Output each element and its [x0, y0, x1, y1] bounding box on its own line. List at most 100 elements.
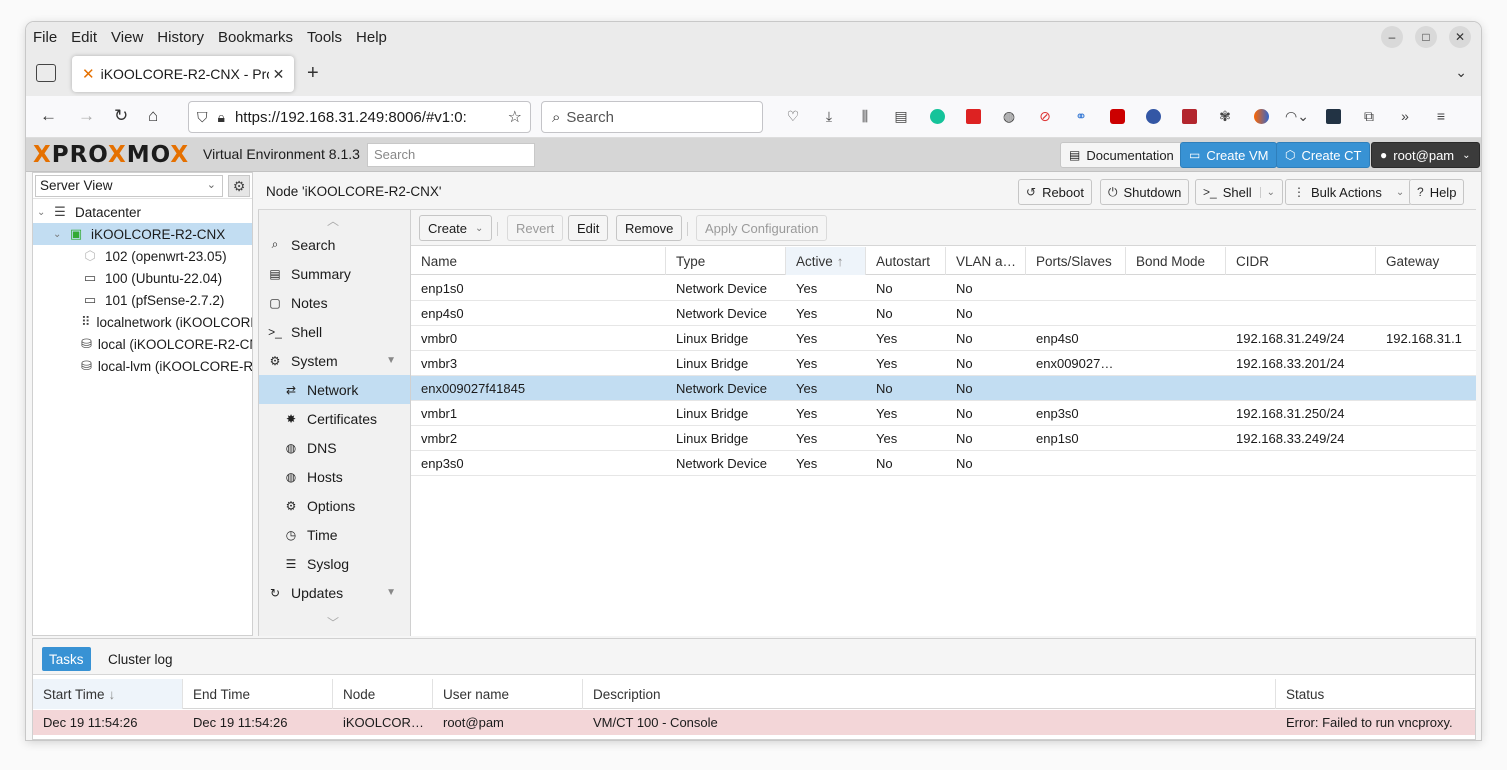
create-button[interactable]: Create ⌄	[419, 215, 493, 241]
url-text[interactable]: https://192.168.31.249:8006/#v1:0:	[235, 109, 483, 126]
col-autostart[interactable]: Autostart	[866, 247, 946, 275]
block-icon[interactable]: ⊘	[1033, 106, 1057, 126]
gauge-icon[interactable]: ◠⌄	[1285, 106, 1309, 126]
col-bond[interactable]: Bond Mode	[1126, 247, 1226, 275]
link-icon[interactable]: ⚭	[1069, 106, 1093, 126]
menu-hosts[interactable]: ◍ Hosts	[259, 462, 410, 491]
back-icon[interactable]: ←	[40, 106, 57, 126]
reboot-button[interactable]: ↺ Reboot	[1018, 179, 1092, 205]
tree-item-datacenter[interactable]: ⌄ ☰ Datacenter	[33, 201, 252, 223]
tree-item-local[interactable]: ⛁ local (iKOOLCORE-R2-CNX)	[33, 333, 252, 355]
pve-search-input[interactable]: Search	[367, 143, 535, 167]
col-node[interactable]: Node	[333, 679, 433, 709]
table-row[interactable]: enp4s0 Network Device Yes No No	[411, 301, 1476, 326]
extensions-icon[interactable]: ⧉	[1357, 106, 1381, 126]
help-button[interactable]: ? Help	[1409, 179, 1465, 205]
remove-button[interactable]: Remove	[616, 215, 683, 241]
col-type[interactable]: Type	[666, 247, 786, 275]
color-icon[interactable]	[1249, 106, 1273, 126]
edit-button[interactable]: Edit	[568, 215, 609, 241]
scroll-up-icon[interactable]: ︿	[327, 212, 339, 229]
expand-icon[interactable]: ⌄	[37, 207, 49, 218]
menu-summary[interactable]: ▤ Summary	[259, 259, 410, 288]
table-row[interactable]: vmbr2 Linux Bridge Yes Yes No enp1s0 192.168.3…	[411, 426, 1476, 451]
tree-item-localnetwork[interactable]: ⠿ localnetwork (iKOOLCORE-R2-CNX)	[33, 311, 252, 333]
col-vlan[interactable]: VLAN a…	[946, 247, 1026, 275]
home-icon[interactable]: ⌂	[148, 106, 158, 126]
menu-shell[interactable]: >_ Shell	[259, 317, 410, 346]
menu-system[interactable]: ⚙ System ▼	[259, 346, 410, 375]
tree-item-ct-102[interactable]: ⬡ 102 (openwrt-23.05)	[33, 245, 252, 267]
new-tab-icon[interactable]: +	[307, 62, 319, 85]
globe-icon[interactable]: ◍	[997, 106, 1021, 126]
expand-icon[interactable]: ⌄	[53, 229, 65, 240]
create-ct-button[interactable]: ⬡ Create CT	[1276, 142, 1371, 168]
overflow-icon[interactable]: »	[1393, 106, 1417, 126]
menu-help[interactable]: Help	[356, 29, 387, 46]
menu-file[interactable]: File	[33, 29, 57, 46]
forward-icon[interactable]: →	[78, 106, 95, 126]
tree-item-vm-100[interactable]: ▭ 100 (Ubuntu-22.04)	[33, 267, 252, 289]
menu-updates[interactable]: ↻ Updates ▼	[259, 578, 410, 607]
downloads-icon[interactable]: ⤓	[817, 106, 841, 126]
create-vm-button[interactable]: ▭ Create VM	[1180, 142, 1278, 168]
menu-notes[interactable]: ▢ Notes	[259, 288, 410, 317]
apply-configuration-button[interactable]: Apply Configuration	[696, 215, 828, 241]
col-name[interactable]: Name	[411, 247, 666, 275]
tab-cluster-log[interactable]: Cluster log	[101, 647, 180, 671]
tree-item-local-lvm[interactable]: ⛁ local-lvm (iKOOLCORE-R2-CNX)	[33, 355, 252, 377]
col-description[interactable]: Description	[583, 679, 1276, 709]
menu-network[interactable]: ⇄ Network	[259, 375, 410, 404]
menu-dns[interactable]: ◍ DNS	[259, 433, 410, 462]
bulk-actions-button[interactable]: ⋮ Bulk Actions ⌄	[1285, 179, 1413, 205]
menu-bookmarks[interactable]: Bookmarks	[218, 29, 293, 46]
user-menu-button[interactable]: ● root@pam ⌄	[1371, 142, 1480, 168]
shield-icon[interactable]: ⛉	[197, 109, 208, 126]
menu-edit[interactable]: Edit	[71, 29, 97, 46]
col-cidr[interactable]: CIDR	[1226, 247, 1376, 275]
table-row[interactable]: vmbr3 Linux Bridge Yes Yes No enx009027… 192.1…	[411, 351, 1476, 376]
grammarly-icon[interactable]	[925, 106, 949, 126]
table-row[interactable]: enp3s0 Network Device Yes No No	[411, 451, 1476, 476]
table-row[interactable]: vmbr1 Linux Bridge Yes Yes No enp3s0 192.168.3…	[411, 401, 1476, 426]
col-start-time[interactable]: Start Time ↓	[33, 679, 183, 709]
world-icon[interactable]	[1141, 106, 1165, 126]
tree-item-vm-101[interactable]: ▭ 101 (pfSense-2.7.2)	[33, 289, 252, 311]
tab-overview-icon[interactable]	[36, 64, 56, 82]
col-user[interactable]: User name	[433, 679, 583, 709]
maximize-icon[interactable]: □	[1415, 26, 1437, 48]
list-tabs-chevron-icon[interactable]: ⌄	[1455, 64, 1467, 81]
menu-tools[interactable]: Tools	[307, 29, 342, 46]
pocket-icon[interactable]: ♡	[781, 106, 805, 126]
puzzle-ext-icon[interactable]	[1321, 106, 1345, 126]
browser-search-input[interactable]: ⌕ Search	[541, 101, 763, 133]
reload-icon[interactable]: ↻	[114, 106, 128, 126]
table-row[interactable]: enp1s0 Network Device Yes No No	[411, 276, 1476, 301]
menu-history[interactable]: History	[157, 29, 204, 46]
lock-icon[interactable]: 🔒︎	[218, 109, 225, 126]
col-end-time[interactable]: End Time	[183, 679, 333, 709]
col-gateway[interactable]: Gateway	[1376, 247, 1476, 275]
documentation-button[interactable]: ▤ Documentation	[1060, 142, 1183, 168]
close-window-icon[interactable]: ✕	[1449, 26, 1471, 48]
shell-button[interactable]: >_ Shell ⌄	[1195, 179, 1283, 205]
shutdown-button[interactable]: ⏻ Shutdown	[1100, 179, 1190, 205]
table-row[interactable]: vmbr0 Linux Bridge Yes Yes No enp4s0 192.168.3…	[411, 326, 1476, 351]
tree-item-node[interactable]: ⌄ ▣ iKOOLCORE-R2-CNX	[33, 223, 252, 245]
revert-button[interactable]: Revert	[507, 215, 564, 241]
sidebar-icon[interactable]: ▤	[889, 106, 913, 126]
task-row[interactable]: Dec 19 11:54:26 Dec 19 11:54:26 iKOOLCOR…	[33, 710, 1475, 735]
col-active[interactable]: Active ↑	[786, 247, 866, 275]
browser-tab[interactable]: ✕ iKOOLCORE-R2-CNX - Proxmox Virtual Env…	[72, 56, 294, 92]
library-icon[interactable]: ⫼	[853, 106, 877, 126]
gear-icon[interactable]: ⚙	[228, 175, 250, 197]
flag-icon[interactable]	[1177, 106, 1201, 126]
bookmark-star-icon[interactable]: ☆	[508, 107, 522, 127]
minimize-icon[interactable]: –	[1381, 26, 1403, 48]
menu-time[interactable]: ◷ Time	[259, 520, 410, 549]
col-ports[interactable]: Ports/Slaves	[1026, 247, 1126, 275]
tab-tasks[interactable]: Tasks	[42, 647, 91, 671]
paw-icon[interactable]: ✾	[1213, 106, 1237, 126]
scroll-down-icon[interactable]: ﹀	[327, 614, 339, 631]
extension-red-icon[interactable]	[961, 106, 985, 126]
